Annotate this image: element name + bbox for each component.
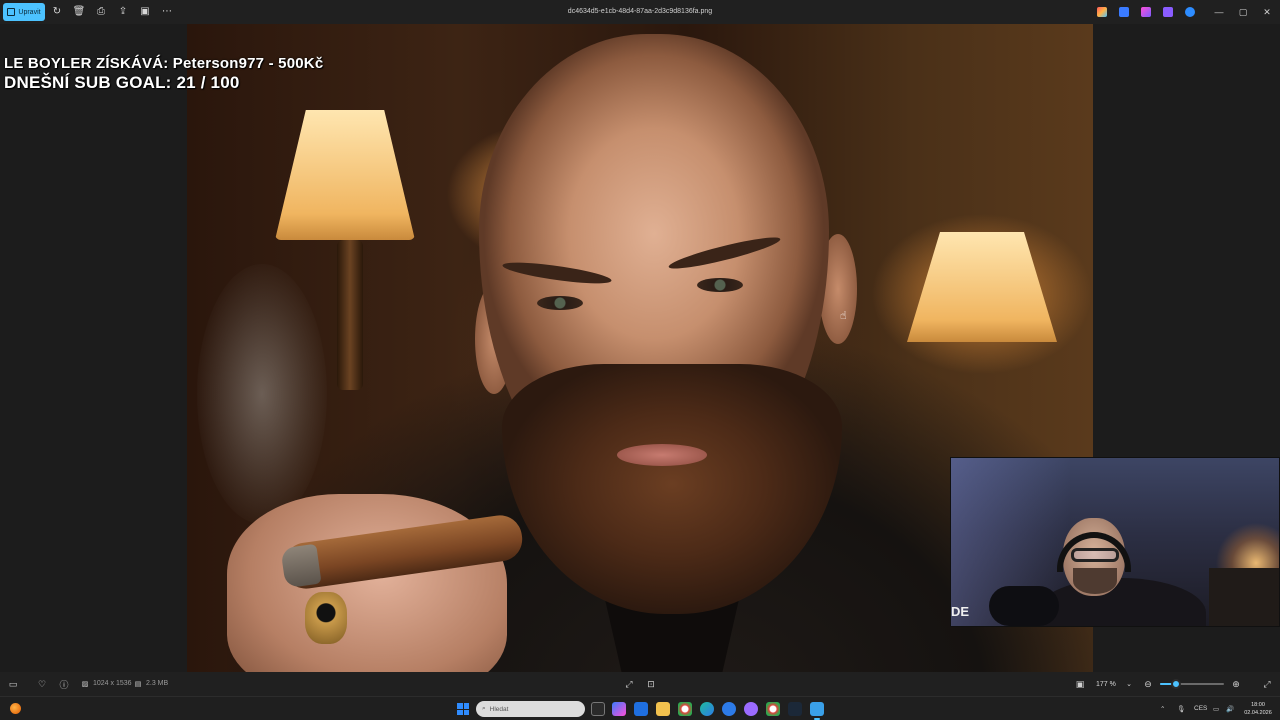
- share-icon[interactable]: ⇪: [117, 6, 129, 18]
- lips: [617, 444, 707, 466]
- search-placeholder: Hledat: [489, 705, 509, 713]
- webcam-overlay: DE: [950, 457, 1280, 627]
- cigar-ash: [280, 543, 322, 589]
- favorite-icon[interactable]: ♡: [37, 679, 47, 689]
- edit-button[interactable]: Upravit: [3, 3, 45, 21]
- zoom-out-icon[interactable]: ⊖: [1143, 679, 1153, 689]
- chrome-icon[interactable]: [678, 702, 692, 716]
- delete-icon[interactable]: 🗑: [73, 6, 86, 18]
- file-name: dc4634d5-e1cb-48d4-87aa-2d3c9d8136fa.png: [567, 8, 713, 15]
- app-icon-blue[interactable]: [722, 702, 736, 716]
- search-icon: ⌕: [482, 705, 486, 712]
- minimize-icon[interactable]: —: [1212, 5, 1226, 19]
- rotate-icon[interactable]: ↻: [51, 6, 63, 18]
- lamp-left: [275, 110, 415, 240]
- language-indicator[interactable]: CES: [1194, 705, 1207, 712]
- app-icon-4[interactable]: [1163, 7, 1173, 17]
- zoom-dropdown[interactable]: 177 % ⌄: [1094, 677, 1134, 691]
- copilot-icon[interactable]: [612, 702, 626, 716]
- print-icon[interactable]: ⎙: [95, 6, 107, 18]
- chevron-down-icon: ⌄: [1126, 681, 1132, 688]
- edit-button-label: Upravit: [18, 8, 41, 16]
- zoom-slider-thumb[interactable]: [1171, 679, 1181, 689]
- webcam-shelf: [1209, 568, 1279, 626]
- donation-text: LE BOYLER ZÍSKÁVÁ: Peterson977 - 500Kč: [4, 55, 324, 72]
- clock-date: 02.04.2026: [1244, 710, 1272, 716]
- app-icon-3[interactable]: [1141, 7, 1151, 17]
- onedrive-icon[interactable]: [1185, 7, 1195, 17]
- actual-size-icon[interactable]: ⊡: [646, 679, 656, 689]
- edit-icon: [7, 8, 16, 16]
- webcam-label: DE: [951, 604, 970, 619]
- tray-expand-icon[interactable]: ⌃: [1160, 705, 1165, 713]
- photos-app-icon[interactable]: [810, 702, 824, 720]
- taskbar-clock[interactable]: 18:00 02.04.2026: [1240, 701, 1276, 717]
- microphone-icon[interactable]: 🎙: [1177, 705, 1185, 713]
- task-view-icon[interactable]: [591, 702, 605, 716]
- file-size: 2.3 MB: [146, 680, 169, 687]
- maximize-icon[interactable]: ▢: [1236, 5, 1250, 19]
- zoom-value: 177 %: [1096, 680, 1116, 688]
- app-icon-1[interactable]: [1097, 7, 1107, 17]
- more-icon[interactable]: ⋯: [161, 6, 173, 18]
- taskbar-search[interactable]: ⌕ Hledat: [476, 701, 585, 717]
- widgets-icon[interactable]: [10, 703, 21, 714]
- start-icon[interactable]: [457, 703, 469, 715]
- title-bar: Upravit ↻ 🗑 ⎙ ⇪ ▣ ⋯ dc4634d5-e1cb-48d4-8…: [0, 0, 1280, 24]
- file-explorer-icon[interactable]: [656, 702, 670, 716]
- filmstrip-icon[interactable]: ▭: [8, 679, 18, 689]
- dimensions-icon: ▨: [81, 681, 89, 688]
- eye-right: [697, 278, 743, 292]
- image-dimensions: 1024 x 1536: [93, 680, 132, 687]
- clock-time: 18:00: [1251, 702, 1265, 708]
- file-size-icon: ▤: [134, 681, 142, 688]
- app-icon-2[interactable]: [1119, 7, 1129, 17]
- fullscreen-icon[interactable]: ⤢: [1262, 679, 1272, 689]
- webcam-microphone: [989, 586, 1059, 626]
- zoom-slider[interactable]: [1160, 683, 1224, 685]
- ring: [305, 592, 347, 644]
- taskbar: ⌕ Hledat ⌃ 🎙 CES ▭ 🔊 18:00 02.04.2026: [0, 696, 1280, 720]
- eye-left: [537, 296, 583, 310]
- edge-icon[interactable]: [700, 702, 714, 716]
- app-icon-purple[interactable]: [744, 702, 758, 716]
- store-icon[interactable]: [634, 702, 648, 716]
- fit-screen-icon[interactable]: ⤢: [624, 679, 634, 689]
- steam-icon[interactable]: [788, 702, 802, 716]
- network-icon[interactable]: ▭: [1213, 705, 1219, 713]
- status-bar: ▭ ♡ ⓘ ▨ 1024 x 1536 ▤ 2.3 MB ⤢ ⊡ ▣ 177 %…: [0, 672, 1280, 696]
- hand-cursor-icon: ☝: [840, 310, 847, 322]
- fit-window-icon[interactable]: ▣: [1075, 679, 1085, 689]
- zoom-in-icon[interactable]: ⊕: [1231, 679, 1241, 689]
- close-icon[interactable]: ✕: [1260, 5, 1274, 19]
- volume-icon[interactable]: 🔊: [1226, 705, 1234, 713]
- info-icon[interactable]: ⓘ: [59, 679, 69, 690]
- fit-icon[interactable]: ▣: [139, 6, 151, 18]
- chrome-profile-icon[interactable]: [766, 702, 780, 716]
- sub-goal-text: DNEŠNÍ SUB GOAL: 21 / 100: [4, 73, 240, 92]
